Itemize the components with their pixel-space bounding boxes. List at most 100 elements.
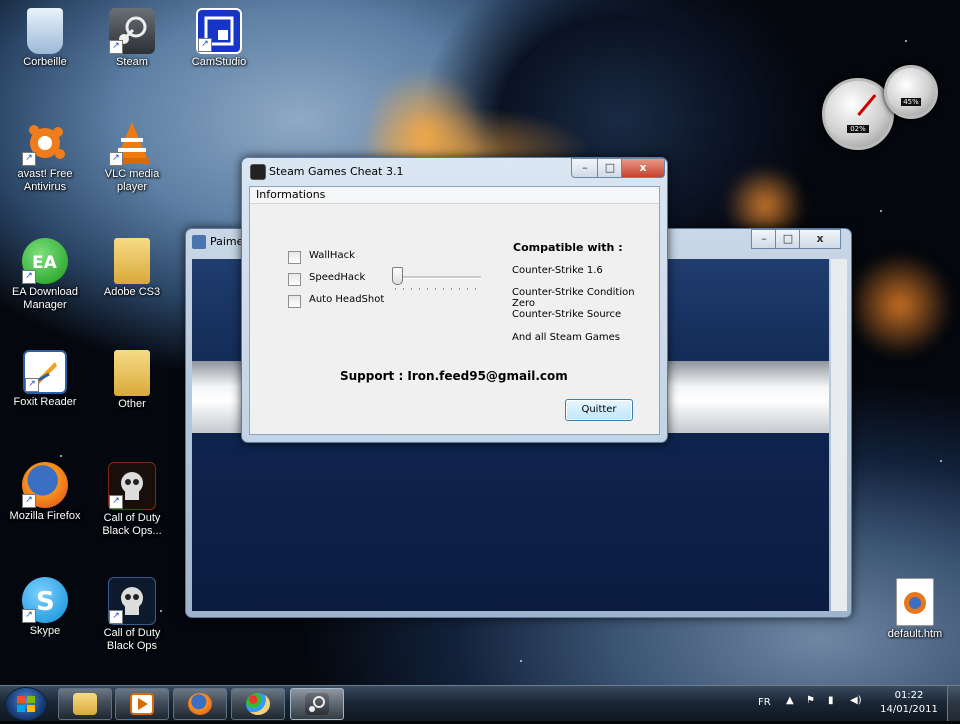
close-button[interactable]: x bbox=[799, 229, 841, 249]
folder-icon bbox=[114, 350, 150, 396]
media-player-icon bbox=[130, 693, 154, 715]
blackops-icon: ↗ bbox=[108, 577, 156, 625]
speedhack-checkbox[interactable] bbox=[288, 273, 301, 286]
firefox-icon: ↗ bbox=[22, 462, 68, 508]
desktop-icon-adobe-cs3[interactable]: Adobe CS3 bbox=[90, 238, 174, 299]
desktop-icon-ea[interactable]: EA ↗ EA Download Manager bbox=[3, 238, 87, 312]
window-client-area: Informations WallHack SpeedHack Auto Hea… bbox=[249, 186, 660, 435]
taskbar-media-player-button[interactable] bbox=[115, 688, 169, 720]
maximize-button[interactable]: □ bbox=[775, 229, 801, 249]
cpu-needle-icon bbox=[857, 94, 877, 116]
volume-icon[interactable]: ◀) bbox=[850, 695, 862, 706]
minimize-button[interactable]: – bbox=[571, 158, 599, 178]
taskbar-paint-button[interactable] bbox=[231, 688, 285, 720]
desktop-icon-label: CamStudio bbox=[191, 56, 247, 68]
folder-icon bbox=[114, 238, 150, 284]
desktop-icon-label: Call of Duty Black Ops bbox=[103, 627, 161, 652]
firefox-icon bbox=[188, 693, 212, 715]
ram-percent: 45% bbox=[901, 98, 921, 106]
taskbar-explorer-button[interactable] bbox=[58, 688, 112, 720]
steam-icon bbox=[250, 164, 266, 180]
desktop-icon-vlc[interactable]: ↗ VLC media player bbox=[90, 120, 174, 194]
slider-thumb[interactable] bbox=[392, 267, 403, 285]
desktop-icon-label: Skype bbox=[29, 625, 61, 637]
action-center-flag-icon[interactable]: ⚑ bbox=[806, 695, 815, 706]
desktop-icon-label: EA Download Manager bbox=[11, 286, 79, 311]
skype-icon: S ↗ bbox=[22, 577, 68, 623]
vlc-icon: ↗ bbox=[109, 120, 155, 166]
paint-icon bbox=[246, 693, 270, 715]
desktop-icon-label: avast! Free Antivirus bbox=[17, 168, 73, 193]
shortcut-arrow-icon: ↗ bbox=[109, 40, 123, 54]
show-hidden-icons[interactable]: ▲ bbox=[786, 695, 794, 706]
compatible-game: Counter-Strike Condition Zero bbox=[512, 287, 635, 309]
scrollbar[interactable] bbox=[831, 259, 847, 611]
steam-cheat-window[interactable]: Steam Games Cheat 3.1 – □ x Informations… bbox=[241, 157, 668, 443]
explorer-icon bbox=[73, 693, 97, 715]
taskbar-firefox-button[interactable] bbox=[173, 688, 227, 720]
desktop-icon-skype[interactable]: S ↗ Skype bbox=[3, 577, 87, 638]
taskbar: FR ▲ ⚑ ▮ ◀) 01:22 14/01/2011 bbox=[0, 685, 960, 721]
desktop-icon-label: Call of Duty Black Ops... bbox=[102, 512, 162, 537]
desktop-icon-firefox[interactable]: ↗ Mozilla Firefox bbox=[3, 462, 87, 523]
shortcut-arrow-icon: ↗ bbox=[22, 270, 36, 284]
speedhack-label: SpeedHack bbox=[309, 272, 366, 283]
svg-text:S: S bbox=[36, 587, 55, 617]
star bbox=[520, 660, 522, 662]
shortcut-arrow-icon: ↗ bbox=[198, 38, 212, 52]
slider-track bbox=[395, 276, 481, 279]
desktop-icon-label: Other bbox=[118, 398, 146, 410]
desktop-icon-black-ops-1[interactable]: ↗ Call of Duty Black Ops... bbox=[90, 462, 174, 538]
steam-icon: ↗ bbox=[109, 8, 155, 54]
star bbox=[60, 455, 62, 457]
menu-informations[interactable]: Informations bbox=[250, 187, 659, 204]
clock-time: 01:22 bbox=[894, 690, 924, 701]
desktop-icon-label: VLC media player bbox=[104, 168, 160, 193]
shortcut-arrow-icon: ↗ bbox=[22, 609, 36, 623]
camstudio-icon: ↗ bbox=[196, 8, 242, 54]
wallhack-label: WallHack bbox=[309, 250, 355, 261]
desktop-icon-foxit[interactable]: ↗ Foxit Reader bbox=[3, 350, 87, 409]
steam-icon bbox=[305, 693, 329, 715]
maximize-button[interactable]: □ bbox=[597, 158, 623, 178]
shortcut-arrow-icon: ↗ bbox=[109, 152, 123, 166]
shortcut-arrow-icon: ↗ bbox=[22, 494, 36, 508]
start-button[interactable] bbox=[5, 687, 47, 721]
star bbox=[940, 460, 942, 462]
auto-headshot-label: Auto HeadShot bbox=[309, 294, 385, 305]
desktop-icon-other[interactable]: Other bbox=[90, 350, 174, 411]
foxit-icon: ↗ bbox=[23, 350, 67, 394]
desktop-icon-label: default.htm bbox=[887, 628, 943, 640]
wallhack-checkbox[interactable] bbox=[288, 251, 301, 264]
minimize-button[interactable]: – bbox=[751, 229, 777, 249]
clock-date: 14/01/2011 bbox=[880, 704, 938, 715]
desktop-icon-default-htm[interactable]: default.htm bbox=[873, 578, 957, 641]
ram-gauge: 45% bbox=[884, 65, 938, 119]
network-icon[interactable]: ▮ bbox=[828, 695, 834, 706]
compatible-game: Counter-Strike Source bbox=[512, 309, 622, 320]
desktop-icon-black-ops-2[interactable]: ↗ Call of Duty Black Ops bbox=[90, 577, 174, 653]
auto-headshot-checkbox[interactable] bbox=[288, 295, 301, 308]
compatible-heading: Compatible with : bbox=[513, 241, 623, 254]
star bbox=[880, 210, 882, 212]
window-title: Steam Games Cheat 3.1 bbox=[269, 165, 404, 178]
window-title: Paime bbox=[210, 235, 244, 248]
taskbar-steam-button[interactable] bbox=[290, 688, 344, 720]
recycle-bin-icon bbox=[27, 8, 63, 54]
desktop-icon-avast[interactable]: ↗ avast! Free Antivirus bbox=[3, 120, 87, 194]
desktop-icon-camstudio[interactable]: ↗ CamStudio bbox=[177, 8, 261, 69]
shortcut-arrow-icon: ↗ bbox=[22, 152, 36, 166]
desktop-icon-steam[interactable]: ↗ Steam bbox=[90, 8, 174, 69]
desktop-icon-label: Steam bbox=[116, 56, 148, 68]
desktop-icon-recycle-bin[interactable]: Corbeille bbox=[3, 8, 87, 69]
quit-button[interactable]: Quitter bbox=[565, 399, 633, 421]
ea-icon: EA ↗ bbox=[22, 238, 68, 284]
system-clock[interactable]: 01:22 14/01/2011 bbox=[878, 689, 940, 717]
close-button[interactable]: x bbox=[621, 158, 665, 178]
windows-logo-icon bbox=[17, 696, 35, 712]
fire-flare bbox=[850, 250, 950, 360]
desktop-icon-label: Foxit Reader bbox=[13, 396, 77, 408]
language-indicator[interactable]: FR bbox=[758, 697, 771, 708]
shortcut-arrow-icon: ↗ bbox=[109, 610, 123, 624]
show-desktop-button[interactable] bbox=[947, 686, 960, 721]
